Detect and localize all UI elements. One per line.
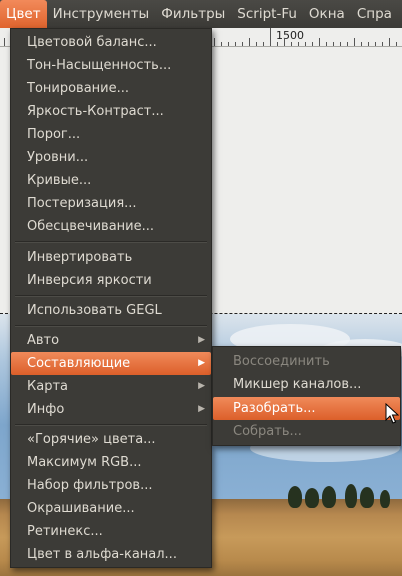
ruler-tick bbox=[228, 42, 229, 46]
menu-item-use-gegl[interactable]: Использовать GEGL bbox=[11, 299, 211, 322]
mouse-pointer-icon bbox=[385, 403, 399, 424]
menu-item-auto[interactable]: Авто ▶ bbox=[11, 329, 211, 352]
ruler-tick bbox=[326, 42, 327, 46]
ruler-tick bbox=[4, 38, 5, 46]
submenu-item-decompose[interactable]: Разобрать... bbox=[213, 397, 400, 420]
ruler-tick bbox=[340, 42, 341, 46]
ruler-tick bbox=[249, 38, 250, 46]
ruler-tick bbox=[382, 42, 383, 46]
triangle-right-icon: ▶ bbox=[198, 358, 205, 368]
menu-item-threshold[interactable]: Порог... bbox=[11, 123, 211, 146]
ruler-tick bbox=[305, 42, 306, 46]
menu-item-value-invert[interactable]: Инверсия яркости bbox=[11, 269, 211, 292]
menu-item-label: Авто bbox=[27, 333, 60, 348]
menu-item-maximum-rgb[interactable]: Максимум RGB... bbox=[11, 451, 211, 474]
ruler-tick bbox=[312, 42, 313, 46]
ruler-tick bbox=[256, 42, 257, 46]
menubar-item-help[interactable]: Спра bbox=[351, 0, 398, 28]
ruler-tick bbox=[319, 38, 320, 46]
triangle-right-icon: ▶ bbox=[198, 404, 205, 414]
ruler-tick bbox=[333, 42, 334, 46]
menu-item-curves[interactable]: Кривые... bbox=[11, 169, 211, 192]
ruler-tick bbox=[277, 42, 278, 46]
menu-item-components[interactable]: Составляющие ▶ bbox=[11, 352, 211, 375]
ruler-tick bbox=[354, 38, 355, 46]
menu-item-label: Карта bbox=[27, 379, 68, 394]
ruler-label: 1500 bbox=[276, 29, 304, 42]
menu-item-colorify[interactable]: Окрашивание... bbox=[11, 497, 211, 520]
menu-item-hot-colors[interactable]: «Горячие» цвета... bbox=[11, 428, 211, 451]
menu-item-colorize[interactable]: Тонирование... bbox=[11, 77, 211, 100]
menu-item-hue-saturation[interactable]: Тон-Насыщенность... bbox=[11, 54, 211, 77]
menubar-item-script-fu[interactable]: Script-Fu bbox=[231, 0, 303, 28]
menu-separator bbox=[15, 325, 207, 327]
ruler-tick bbox=[235, 42, 236, 46]
ruler-tick bbox=[361, 42, 362, 46]
ruler-tick bbox=[263, 42, 264, 46]
ruler-tick bbox=[291, 42, 292, 46]
menu-separator bbox=[15, 295, 207, 297]
menubar-item-windows[interactable]: Окна bbox=[303, 0, 351, 28]
menu-item-info[interactable]: Инфо ▶ bbox=[11, 398, 211, 421]
ruler-tick bbox=[396, 42, 397, 46]
menu-item-map[interactable]: Карта ▶ bbox=[11, 375, 211, 398]
menubar: Цвет Инструменты Фильтры Script-Fu Окна … bbox=[0, 0, 402, 28]
triangle-right-icon: ▶ bbox=[198, 335, 205, 345]
menu-item-posterize[interactable]: Постеризация... bbox=[11, 192, 211, 215]
ruler-tick bbox=[214, 38, 215, 46]
menu-item-label: Инфо bbox=[27, 402, 65, 417]
menu-item-color-balance[interactable]: Цветовой баланс... bbox=[11, 31, 211, 54]
menubar-item-tools[interactable]: Инструменты bbox=[47, 0, 156, 28]
menu-item-invert[interactable]: Инвертировать bbox=[11, 246, 211, 269]
submenu-item-recompose[interactable]: Воссоединить bbox=[213, 350, 400, 373]
components-submenu: Воссоединить Микшер каналов... Разобрать… bbox=[212, 346, 401, 446]
color-menu: Цветовой баланс... Тон-Насыщенность... Т… bbox=[10, 28, 212, 568]
ruler-tick bbox=[368, 42, 369, 46]
submenu-item-compose[interactable]: Собрать... bbox=[213, 420, 400, 443]
ruler-tick bbox=[375, 42, 376, 46]
menu-separator bbox=[15, 241, 207, 243]
ruler-tick bbox=[389, 38, 390, 46]
menubar-item-filters[interactable]: Фильтры bbox=[155, 0, 231, 28]
menu-item-levels[interactable]: Уровни... bbox=[11, 146, 211, 169]
menu-item-color-to-alpha[interactable]: Цвет в альфа-канал... bbox=[11, 543, 211, 566]
menu-item-desaturate[interactable]: Обесцвечивание... bbox=[11, 215, 211, 238]
ruler-tick bbox=[284, 38, 285, 46]
triangle-right-icon: ▶ bbox=[198, 381, 205, 391]
ruler-tick bbox=[270, 28, 271, 46]
menu-item-brightness-contrast[interactable]: Яркость-Контраст... bbox=[11, 100, 211, 123]
menu-separator bbox=[15, 424, 207, 426]
ruler-tick bbox=[221, 42, 222, 46]
submenu-item-channel-mixer[interactable]: Микшер каналов... bbox=[213, 373, 400, 396]
menu-item-filter-pack[interactable]: Набор фильтров... bbox=[11, 474, 211, 497]
ruler-tick bbox=[242, 42, 243, 46]
menu-item-label: Составляющие bbox=[27, 356, 131, 371]
ruler-tick bbox=[347, 42, 348, 46]
menu-item-retinex[interactable]: Ретинекс... bbox=[11, 520, 211, 543]
ruler-tick bbox=[298, 42, 299, 46]
menubar-item-color[interactable]: Цвет bbox=[0, 0, 47, 28]
